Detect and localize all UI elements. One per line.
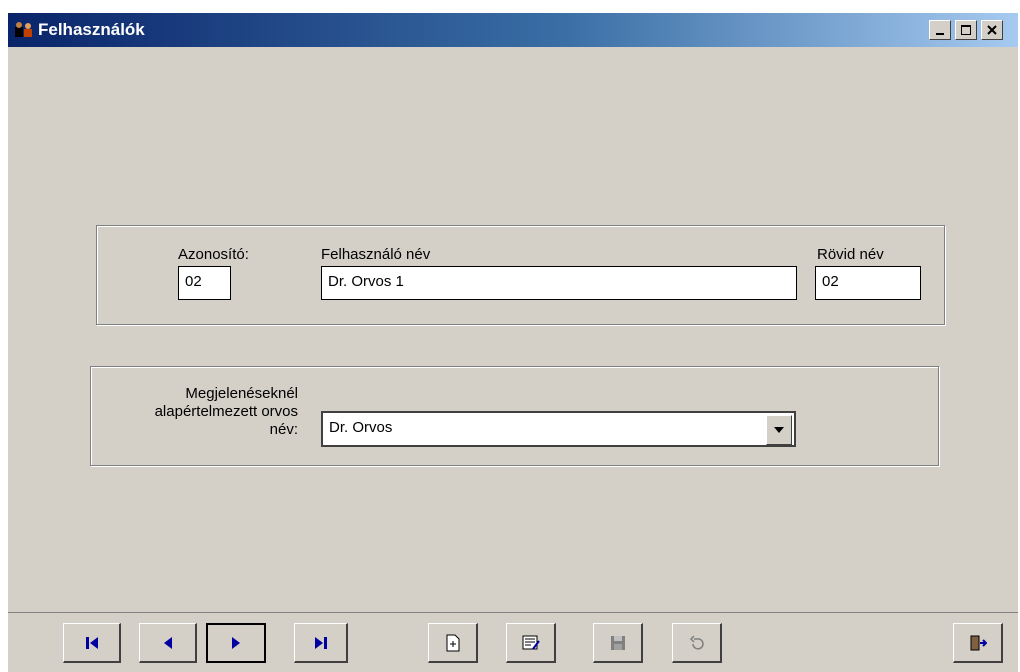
previous-record-icon <box>163 636 172 649</box>
user-name-field[interactable]: Dr. Orvos 1 <box>321 266 797 300</box>
default-doctor-label-line1: Megjelenéseknél <box>185 385 298 402</box>
users-app-icon <box>15 22 32 37</box>
save-icon <box>610 635 625 650</box>
navigation-toolbar <box>8 612 1018 672</box>
new-record-button[interactable] <box>428 623 478 663</box>
last-record-button[interactable] <box>294 623 348 663</box>
undo-button[interactable] <box>672 623 722 663</box>
dropdown-button[interactable] <box>766 415 792 445</box>
minimize-icon <box>936 33 944 35</box>
first-record-icon <box>85 636 98 649</box>
exit-icon <box>970 635 987 650</box>
id-field[interactable]: 02 <box>178 266 231 300</box>
close-icon <box>987 25 997 35</box>
default-doctor-select[interactable]: Dr. Orvos <box>321 411 796 447</box>
next-record-icon <box>232 637 240 649</box>
default-doctor-label-line3: név: <box>269 421 298 438</box>
minimize-button[interactable] <box>929 20 951 40</box>
id-label: Azonosító: <box>178 246 249 263</box>
short-name-label: Rövid név <box>817 246 884 263</box>
window-title: Felhasználók <box>38 20 145 39</box>
maximize-icon <box>961 25 971 35</box>
last-record-icon <box>314 636 327 649</box>
users-window: Felhasználók Azonosító: 02 Felhasználó n… <box>8 13 1018 672</box>
default-doctor-selected-value: Dr. Orvos <box>329 419 393 436</box>
edit-record-icon <box>522 635 540 650</box>
exit-button[interactable] <box>953 623 1003 663</box>
user-name-label: Felhasználó név <box>321 246 431 263</box>
next-record-button[interactable] <box>206 623 266 663</box>
user-panel: Azonosító: 02 Felhasználó név Dr. Orvos … <box>96 225 945 325</box>
short-name-field[interactable]: 02 <box>815 266 921 300</box>
maximize-button[interactable] <box>955 20 977 40</box>
chevron-down-icon <box>774 427 784 433</box>
save-button[interactable] <box>593 623 643 663</box>
default-doctor-panel: Megjelenéseknél alapértelmezett orvos né… <box>90 366 939 466</box>
new-record-icon <box>446 634 459 651</box>
default-doctor-label-line2: alapértelmezett orvos <box>154 403 298 420</box>
edit-record-button[interactable] <box>506 623 556 663</box>
undo-icon <box>689 634 704 650</box>
first-record-button[interactable] <box>63 623 121 663</box>
close-button[interactable] <box>981 20 1003 40</box>
previous-record-button[interactable] <box>139 623 197 663</box>
title-bar[interactable]: Felhasználók <box>8 13 1018 47</box>
